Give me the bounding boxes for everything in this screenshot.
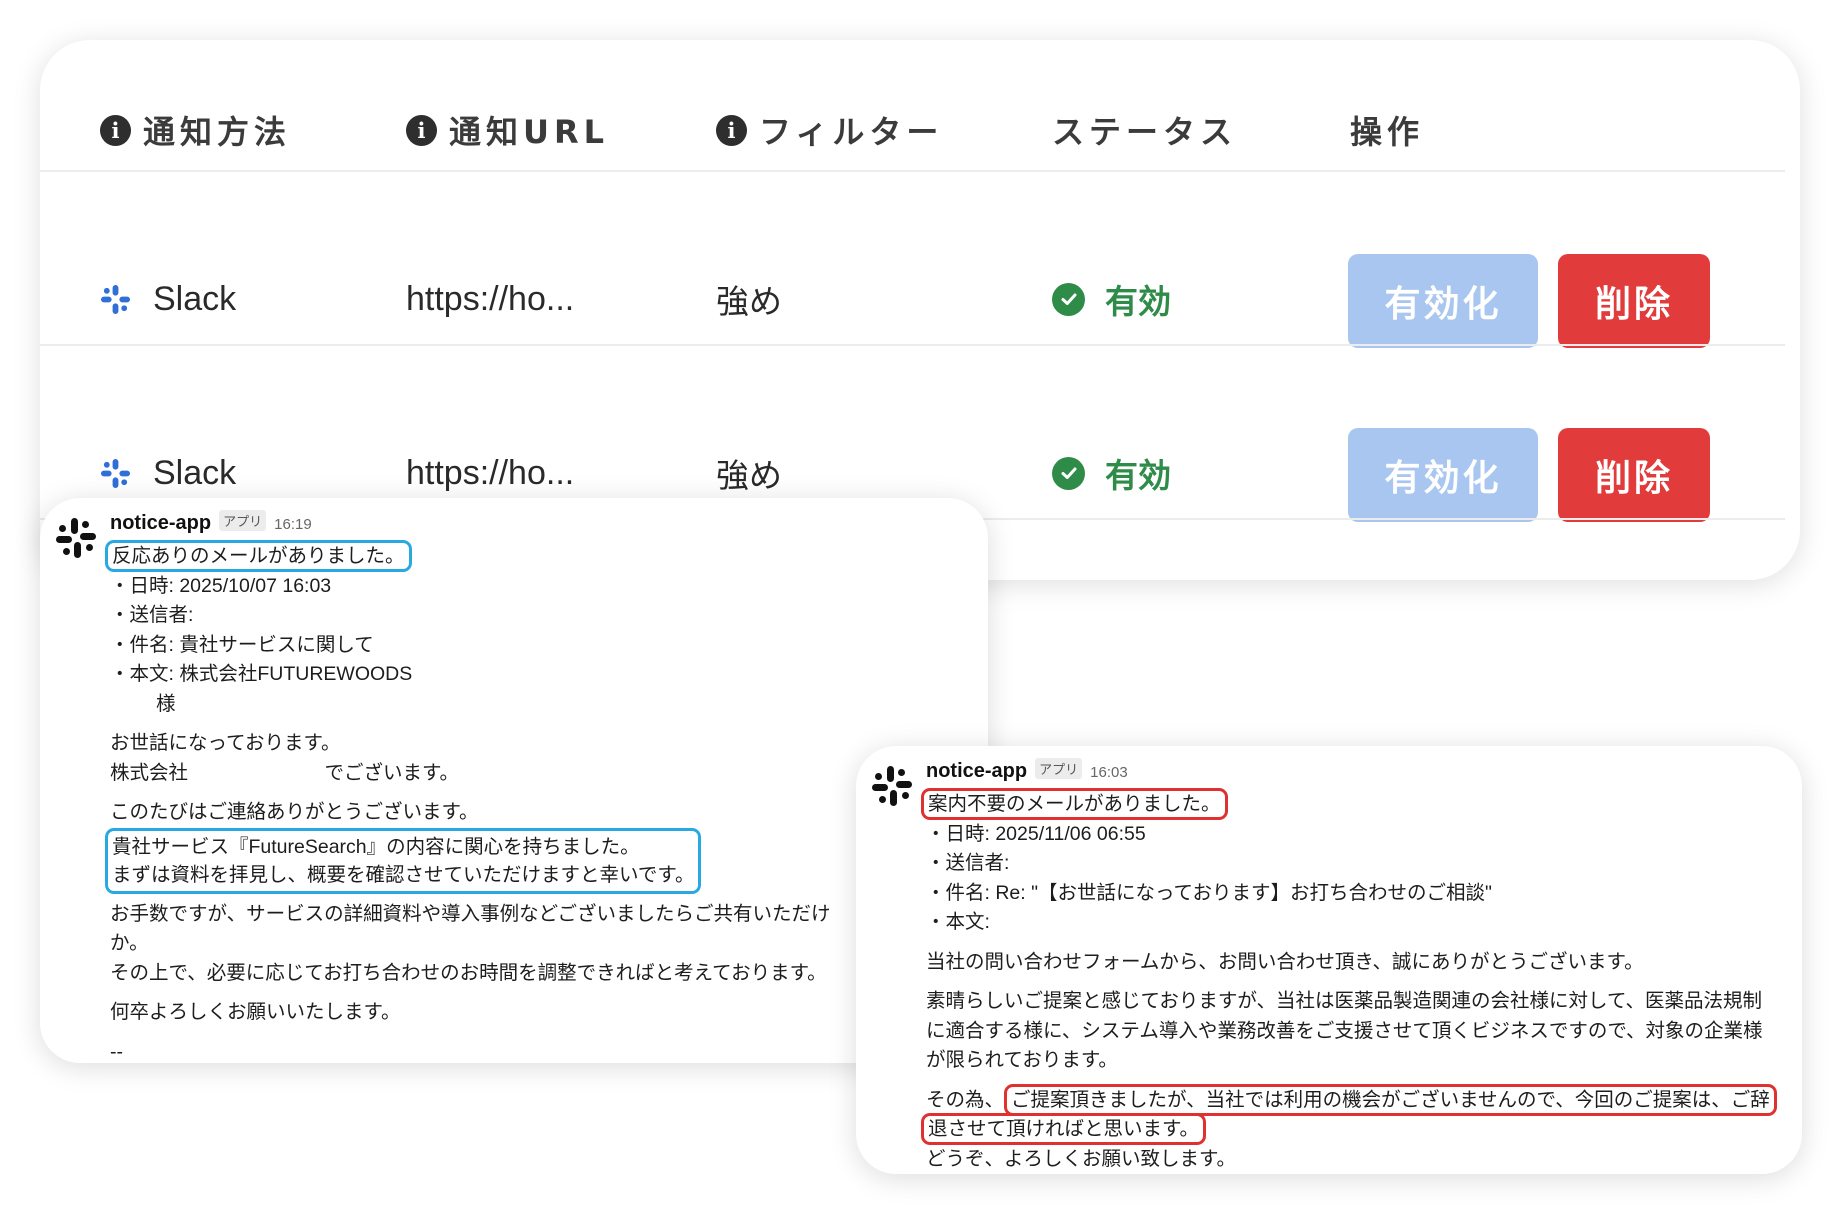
row-divider — [40, 170, 1785, 172]
status-cell: 有効 — [1052, 214, 1171, 384]
timestamp[interactable]: 16:19 — [274, 516, 312, 533]
method-label: Slack — [153, 453, 237, 492]
slack-message-card: notice-app アプリ 16:19 反応ありのメールがありました。 ・日時… — [40, 498, 988, 1063]
message-header: notice-app アプリ 16:03 — [926, 758, 1128, 783]
table-row: Slack https://ho... 強め 有効 有効化 削除 — [40, 214, 1800, 384]
filter-cell: 強め — [716, 282, 782, 321]
body-line: 貴社サービス『FutureSearch』の内容に関心を持ちました。 — [112, 835, 640, 858]
body-line: その為、 ご提案頂きましたが、当社では利用の機会がございませんので、今回のご提案は… — [926, 1083, 1777, 1116]
header-actions: 操作 — [1350, 113, 1425, 151]
body-line: どうぞ、よろしくお願い致します。 — [926, 1147, 1237, 1170]
info-icon[interactable]: i — [100, 114, 131, 146]
sender-name[interactable]: notice-app — [926, 760, 1027, 783]
info-icon[interactable]: i — [716, 114, 747, 146]
body-line: に適合する様に、システム導入や業務改善をご支援させて頂くビジネスですので、対象の… — [926, 1019, 1763, 1042]
body-line: 株式会社 でございます。 — [110, 761, 460, 784]
status-cell: 有効 — [1052, 388, 1171, 558]
delete-button[interactable]: 削除 — [1558, 428, 1710, 522]
status-label: 有効 — [1105, 456, 1171, 495]
body-line: が限られております。 — [926, 1049, 1118, 1071]
meta-line: ・件名: Re: "【お世話になっております】お打ち合わせのご相談" — [926, 881, 1492, 904]
body-line: お世話になっております。 — [110, 732, 341, 754]
table-header: i 通知方法 i 通知URL i フィルター ステータス 操作 — [40, 40, 1800, 172]
meta-line: ・日時: 2025/10/07 16:03 — [110, 574, 332, 597]
meta-line: 様 — [156, 692, 176, 715]
highlighted-phrase: 退させて頂ければと思います。 — [921, 1113, 1207, 1145]
highlighted-phrase: ご提案頂きましたが、当社では利用の機会がございませんので、今回のご提案は、ご辞 — [1004, 1083, 1777, 1116]
method-cell: Slack — [100, 214, 236, 384]
method-label: Slack — [153, 279, 237, 318]
body-line: 素晴らしいご提案と感じておりますが、当社は医薬品製造関連の会社様に対して、医薬品… — [926, 990, 1762, 1012]
meta-line: ・送信者: — [926, 852, 1010, 874]
signature-separator: -- — [110, 1040, 123, 1063]
header-status: ステータス — [1052, 113, 1238, 151]
header-url: i 通知URL — [406, 100, 609, 160]
row-divider — [40, 344, 1785, 346]
app-badge: アプリ — [219, 510, 267, 531]
check-circle-icon — [1052, 456, 1085, 490]
message-body: 反応ありのメールがありました。 ・日時: 2025/10/07 16:03 ・送… — [105, 540, 831, 1063]
body-line: 何卒よろしくお願いいたします。 — [110, 1001, 401, 1023]
message-title: 反応ありのメールがありました。 — [105, 540, 412, 572]
meta-line: ・本文: — [926, 911, 990, 933]
meta-line: ・日時: 2025/11/06 06:55 — [926, 822, 1146, 845]
body-line: まずは資料を拝見し、概要を確認させていただけますと幸いです。 — [112, 863, 695, 886]
body-line: 当社の問い合わせフォームから、お問い合わせ頂き、誠にありがとうございます。 — [926, 950, 1644, 973]
slack-message-card: notice-app アプリ 16:03 案内不要のメールがありました。 ・日時… — [856, 746, 1802, 1174]
info-icon[interactable]: i — [406, 114, 437, 146]
body-line: か。 — [110, 932, 149, 954]
message-title: 案内不要のメールがありました。 — [921, 788, 1228, 820]
highlighted-reply: 貴社サービス『FutureSearch』の内容に関心を持ちました。 まずは資料を… — [105, 827, 702, 894]
check-circle-icon — [1052, 282, 1085, 316]
url-cell: https://ho... — [406, 279, 575, 318]
status-label: 有効 — [1105, 282, 1171, 321]
timestamp[interactable]: 16:03 — [1090, 764, 1128, 781]
slack-icon — [100, 458, 131, 488]
sender-name[interactable]: notice-app — [110, 512, 211, 535]
slack-app-icon — [872, 766, 912, 806]
header-filter: i フィルター — [716, 100, 943, 160]
slack-app-icon — [56, 518, 96, 558]
app-badge: アプリ — [1035, 758, 1083, 779]
header-method: i 通知方法 — [100, 100, 291, 160]
message-header: notice-app アプリ 16:19 — [110, 510, 312, 535]
body-line: その上で、必要に応じてお打ち合わせのお時間を調整できればと考えております。 — [110, 961, 827, 984]
message-body: 案内不要のメールがありました。 ・日時: 2025/11/06 06:55 ・送… — [921, 788, 1777, 1174]
meta-line: ・送信者: — [110, 604, 194, 626]
enable-button[interactable]: 有効化 — [1348, 254, 1538, 348]
enable-button[interactable]: 有効化 — [1348, 428, 1538, 522]
meta-line: ・件名: 貴社サービスに関して — [110, 633, 374, 656]
meta-line: ・本文: 株式会社FUTUREWOODS — [110, 663, 413, 685]
body-line: お手数ですが、サービスの詳細資料や導入事例などございましたらご共有いただけ — [110, 902, 831, 925]
delete-button[interactable]: 削除 — [1558, 254, 1710, 348]
slack-icon — [100, 284, 131, 314]
body-line: このたびはご連絡ありがとうございます。 — [110, 801, 479, 823]
